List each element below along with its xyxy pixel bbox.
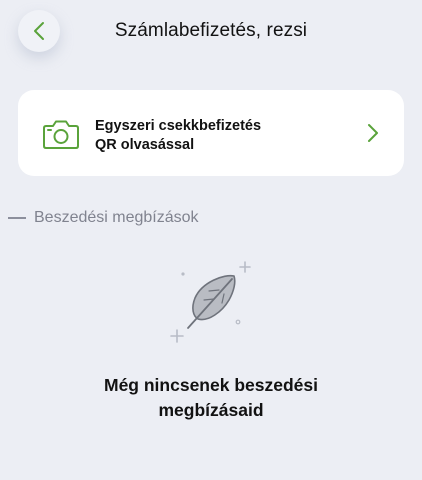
qr-card-title: Egyszeri csekkbefizetés <box>95 118 262 134</box>
qr-payment-card[interactable]: Egyszeri csekkbefizetés QR olvasással <box>18 90 404 176</box>
app-header: Számlabefizetés, rezsi <box>0 0 422 64</box>
qr-card-label: Egyszeri csekkbefizetés QR olvasással <box>95 117 261 155</box>
section-divider <box>8 217 26 219</box>
chevron-right-icon <box>368 124 378 142</box>
page-title: Számlabefizetés, rezsi <box>114 20 308 41</box>
qr-card-subtitle: QR olvasással <box>95 137 195 153</box>
section-header: Beszedési megbízások <box>8 208 199 228</box>
feather-icon <box>170 261 251 343</box>
empty-state-line2: megbízásaid <box>158 400 264 420</box>
camera-icon <box>43 120 79 149</box>
empty-state-message: Még nincsenek beszedési megbízásaid <box>0 373 422 423</box>
section-title: Beszedési megbízások <box>34 209 199 226</box>
empty-state-line1: Még nincsenek beszedési <box>104 375 318 395</box>
